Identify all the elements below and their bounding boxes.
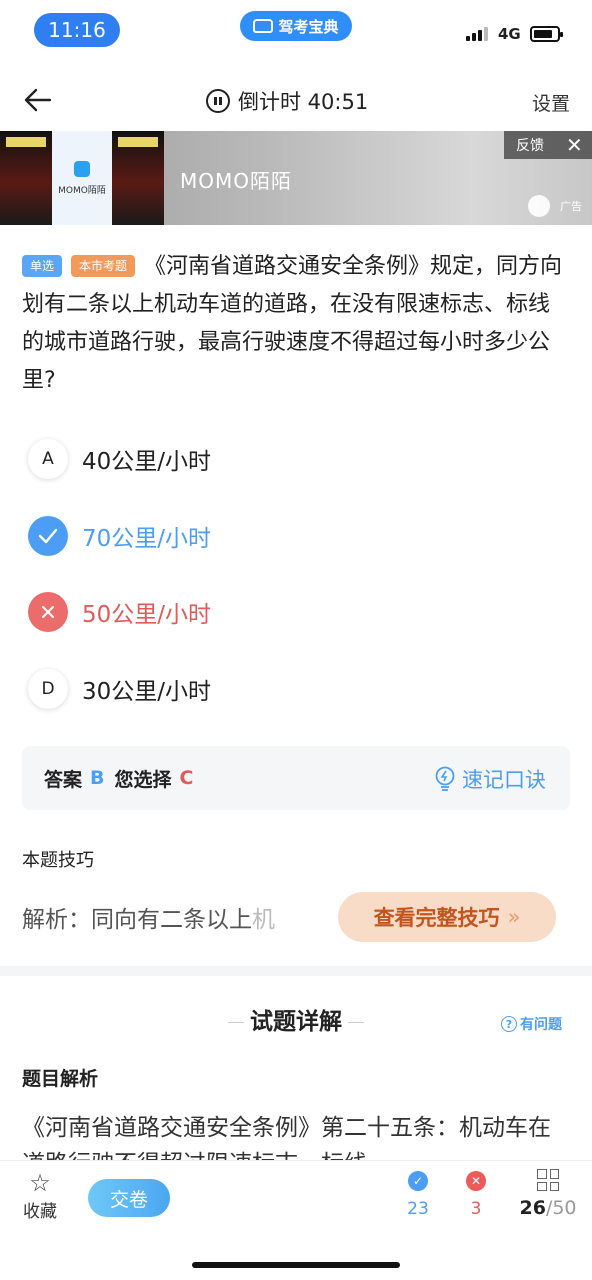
favorite-label: 收藏 bbox=[23, 1202, 57, 1222]
wrong-count[interactable]: ✕ 3 bbox=[456, 1171, 496, 1219]
nav-bar: 倒计时 40:51 设置 bbox=[0, 72, 592, 128]
grid-icon bbox=[537, 1169, 559, 1191]
ad-close-icon[interactable]: ✕ bbox=[566, 133, 583, 157]
option-text: 50公里/小时 bbox=[82, 602, 212, 628]
mnemonic-button[interactable]: 速记口诀 bbox=[434, 764, 546, 794]
correct-count-value: 23 bbox=[407, 1199, 429, 1219]
ad-title: MOMO陌陌 bbox=[180, 169, 292, 193]
status-bar: 11:16 驾考宝典 4G bbox=[0, 0, 592, 62]
tips-text: 解析：同向有二条以上 bbox=[22, 907, 252, 933]
pause-icon bbox=[206, 89, 230, 113]
ad-feedback-button[interactable]: 反馈 bbox=[516, 135, 544, 155]
check-icon bbox=[28, 516, 68, 556]
tips-preview: 解析：同向有二条以上机 bbox=[22, 900, 275, 934]
status-time: 11:16 bbox=[34, 13, 120, 47]
ad-network-icon bbox=[528, 195, 550, 217]
report-question-label: 有问题 bbox=[520, 1017, 562, 1033]
ad-image bbox=[112, 131, 164, 225]
lightbulb-icon bbox=[435, 766, 455, 791]
option-letter: A bbox=[28, 439, 68, 479]
signal-icon bbox=[466, 27, 488, 41]
analysis-title: 题目解析 bbox=[22, 1068, 99, 1090]
back-arrow-icon[interactable] bbox=[22, 84, 54, 116]
correct-answer: B bbox=[90, 767, 105, 789]
question-progress[interactable]: 26/50 bbox=[516, 1169, 580, 1219]
countdown-text: 倒计时 40:51 bbox=[238, 90, 369, 114]
momo-logo-icon bbox=[74, 160, 90, 177]
chosen-answer: C bbox=[179, 767, 194, 789]
ad-banner[interactable]: MOMO陌陌 MOMO陌陌 反馈 ✕ 广告 bbox=[0, 131, 592, 225]
home-indicator bbox=[192, 1262, 400, 1268]
ad-thumb-label: MOMO陌陌 bbox=[58, 185, 106, 196]
option-b[interactable]: 70公里/小时 bbox=[28, 514, 568, 558]
submit-exam-button[interactable]: 交卷 bbox=[88, 1179, 170, 1217]
settings-button[interactable]: 设置 bbox=[532, 89, 570, 116]
analysis-text: 《河南省道路交通安全条例》第二十五条：机动车在道路行驶不得超过限速标志、标线 bbox=[22, 1115, 551, 1162]
tag-local-question: 本市考题 bbox=[71, 255, 136, 277]
option-text: 30公里/小时 bbox=[82, 679, 212, 705]
favorite-button[interactable]: ☆ 收藏 bbox=[20, 1169, 60, 1222]
double-chevron-right-icon: » bbox=[507, 905, 521, 929]
total-questions: /50 bbox=[545, 1197, 577, 1219]
option-c[interactable]: 50公里/小时 bbox=[28, 590, 568, 634]
tag-single-choice: 单选 bbox=[22, 255, 63, 277]
cross-icon bbox=[28, 592, 68, 632]
check-circle-icon: ✓ bbox=[408, 1171, 428, 1191]
question-text-block: 单选 本市考题 《河南省道路交通安全条例》规定，同方向划有二条以上机动车道的道路… bbox=[22, 248, 570, 400]
star-icon: ☆ bbox=[29, 1169, 51, 1197]
battery-icon bbox=[530, 26, 563, 42]
answer-summary: 答案 B 您选择 C 速记口诀 bbox=[22, 746, 570, 810]
network-type: 4G bbox=[498, 25, 521, 43]
ad-badge: 广告 bbox=[528, 195, 582, 217]
option-d[interactable]: D 30公里/小时 bbox=[28, 667, 568, 711]
car-icon bbox=[253, 19, 274, 33]
answer-label: 答案 bbox=[44, 768, 83, 791]
chosen-label: 您选择 bbox=[114, 768, 172, 791]
tips-text-fade: 机 bbox=[252, 907, 275, 933]
correct-count[interactable]: ✓ 23 bbox=[398, 1171, 438, 1219]
countdown-timer[interactable]: 倒计时 40:51 bbox=[206, 86, 368, 116]
option-a[interactable]: A 40公里/小时 bbox=[28, 437, 568, 481]
report-question-button[interactable]: ? 有问题 bbox=[501, 1014, 562, 1034]
option-text: 40公里/小时 bbox=[82, 449, 212, 475]
ad-label: 广告 bbox=[560, 200, 582, 213]
mnemonic-label: 速记口诀 bbox=[462, 768, 546, 792]
option-letter: D bbox=[28, 669, 68, 709]
app-brand-name: 驾考宝典 bbox=[278, 17, 339, 36]
tips-button-label: 查看完整技巧 bbox=[373, 906, 500, 930]
ad-app-card: MOMO陌陌 bbox=[52, 131, 112, 225]
question-mark-icon: ? bbox=[501, 1016, 517, 1032]
section-divider bbox=[0, 966, 592, 976]
ad-feedback-bar[interactable]: 反馈 ✕ bbox=[504, 131, 592, 159]
ad-image bbox=[0, 131, 52, 225]
wrong-count-value: 3 bbox=[470, 1199, 482, 1219]
option-text: 70公里/小时 bbox=[82, 526, 212, 552]
app-brand-pill[interactable]: 驾考宝典 bbox=[240, 11, 352, 41]
view-full-tips-button[interactable]: 查看完整技巧 » bbox=[338, 892, 556, 942]
tips-title: 本题技巧 bbox=[22, 850, 94, 871]
current-question: 26 bbox=[519, 1197, 546, 1219]
cross-circle-icon: ✕ bbox=[466, 1171, 486, 1191]
